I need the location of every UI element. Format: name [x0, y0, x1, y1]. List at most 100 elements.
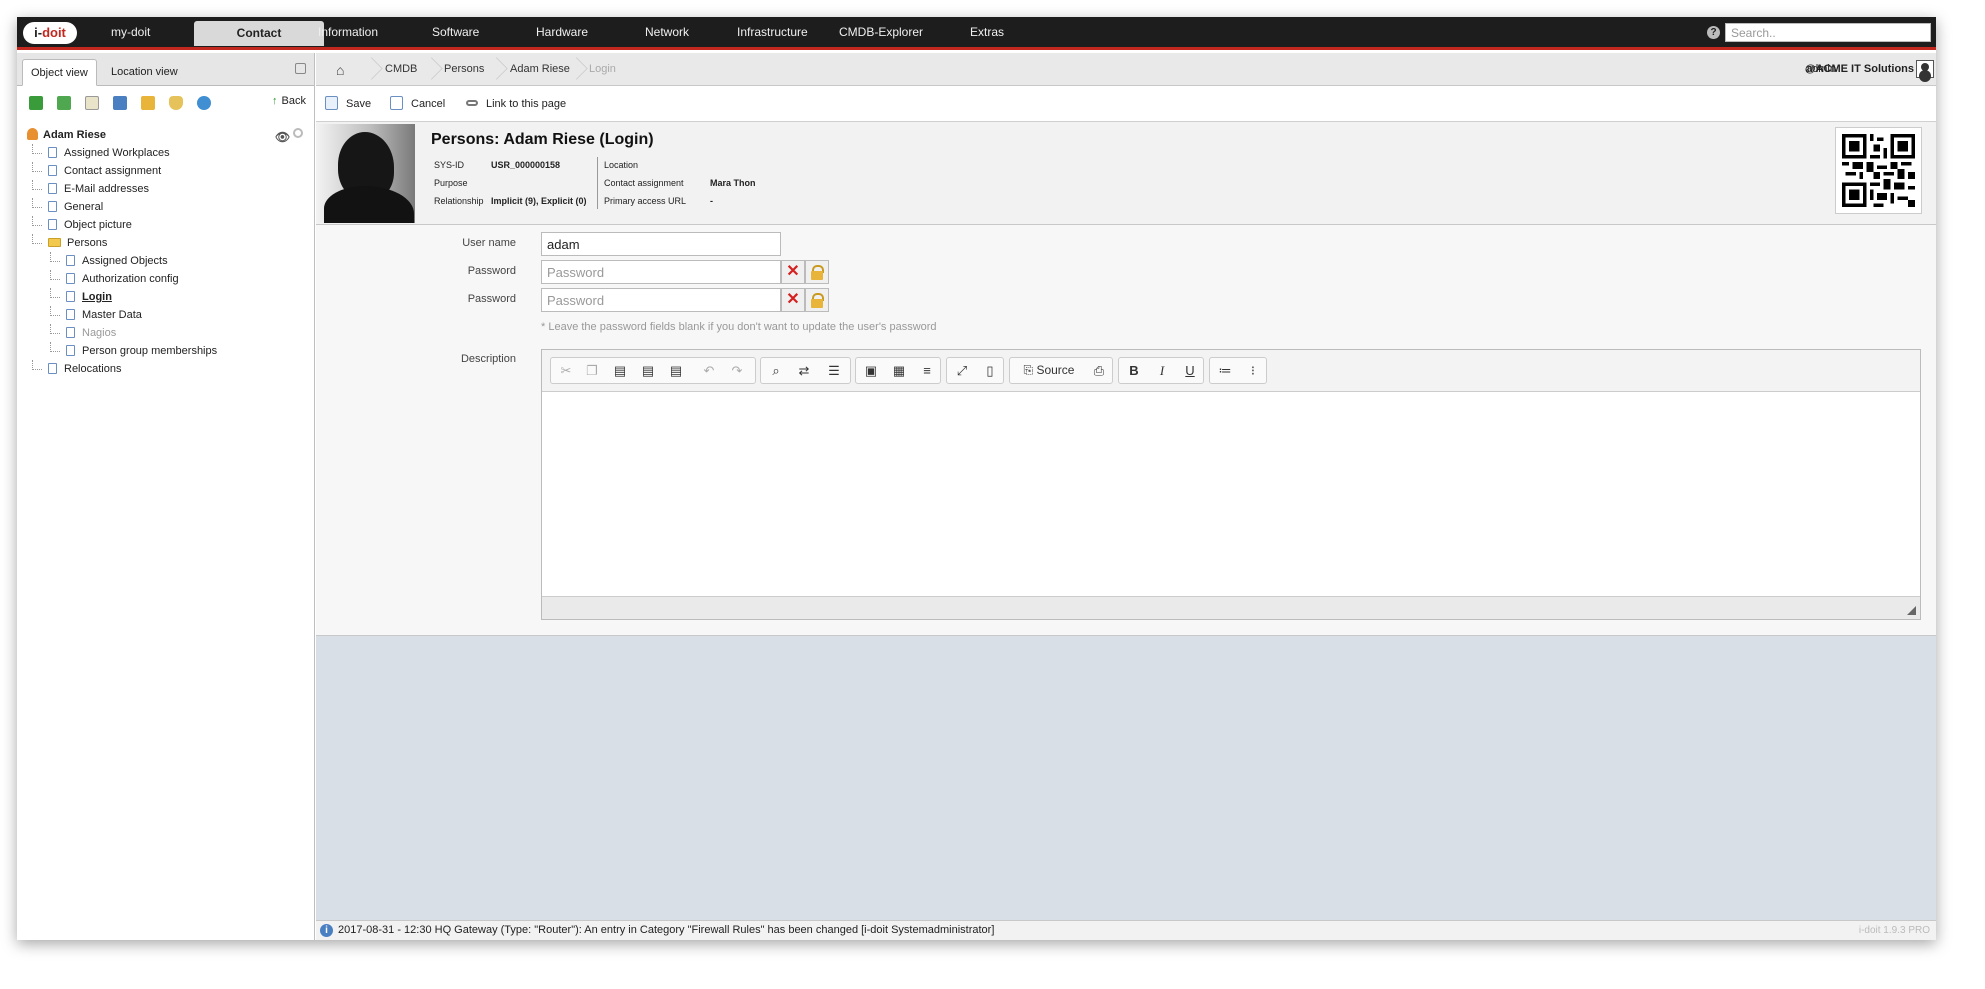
breadcrumb-cmdb[interactable]: CMDB — [385, 53, 417, 85]
document-icon — [66, 309, 75, 320]
show-blocks-icon[interactable]: ▯ — [977, 358, 1003, 383]
editor-toolbar: ✂ ❐ ▤ ▤ ▤ ↶ ↷ ⌕ ⇄ ☰ ▣ ▦ ≡ ⤢ ▯ ⎘ Source ⎙… — [542, 350, 1920, 392]
cancel-button[interactable]: Cancel — [390, 86, 445, 122]
tree-item-label: Contact assignment — [64, 165, 162, 177]
print-icon[interactable]: ⎙ — [1086, 358, 1112, 383]
tab-object-view[interactable]: Object view — [22, 59, 97, 86]
tree-item[interactable]: Contact assignment — [17, 162, 314, 180]
link-to-page-button[interactable]: Link to this page — [466, 86, 566, 122]
password-confirm-input[interactable] — [541, 288, 781, 312]
username-input[interactable] — [541, 232, 781, 256]
find-icon[interactable]: ⌕ — [763, 358, 789, 383]
document-icon — [48, 201, 57, 212]
tree-item[interactable]: Relocations — [17, 360, 314, 378]
document-icon — [66, 327, 75, 338]
status-message[interactable]: 2017-08-31 - 12:30 HQ Gateway (Type: "Ro… — [338, 921, 994, 940]
tree-item[interactable]: Login — [17, 288, 314, 306]
paste-word-icon[interactable]: ▤ — [663, 358, 689, 383]
folder-icon — [48, 238, 61, 247]
location-label: Location — [604, 160, 639, 170]
editor-body[interactable] — [542, 392, 1920, 596]
nav-extras[interactable]: Extras — [970, 17, 1004, 47]
contact-assignment-value[interactable]: Mara Thon — [710, 178, 756, 188]
book-icon[interactable] — [113, 96, 127, 110]
nav-hardware[interactable]: Hardware — [536, 17, 588, 47]
list-icon[interactable] — [85, 96, 99, 110]
lock-icon[interactable] — [141, 96, 155, 110]
breadcrumb: ⌂ CMDB Persons Adam Riese Login admin @A… — [316, 53, 1936, 86]
save-button[interactable]: Save — [325, 86, 371, 122]
bulleted-list-icon[interactable]: ⁝ — [1240, 358, 1266, 383]
breadcrumb-persons[interactable]: Persons — [444, 53, 484, 85]
tenant-name[interactable]: @ACME IT Solutions — [1805, 53, 1914, 85]
nav-software[interactable]: Software — [432, 17, 479, 47]
idoit-logo[interactable]: i-doit — [23, 22, 77, 44]
password-input[interactable] — [541, 260, 781, 284]
globe-icon[interactable] — [197, 96, 211, 110]
tree-item[interactable]: Assigned Workplaces — [17, 144, 314, 162]
nav-cmdb-explorer[interactable]: CMDB-Explorer — [839, 17, 923, 47]
lock-icon[interactable] — [805, 288, 829, 312]
relationship-value[interactable]: Implicit (9), Explicit (0) — [491, 196, 587, 206]
tree-item-label: Assigned Workplaces — [64, 147, 170, 159]
source-button[interactable]: ⎘ Source — [1014, 358, 1084, 383]
replace-icon[interactable]: ⇄ — [791, 358, 817, 383]
image-icon[interactable]: ▣ — [858, 358, 884, 383]
resize-grip-icon[interactable] — [1907, 606, 1916, 615]
undo-icon[interactable]: ↶ — [696, 358, 722, 383]
help-icon[interactable]: ? — [1707, 26, 1720, 39]
nav-contact[interactable]: Contact — [194, 21, 324, 46]
nav-information[interactable]: Information — [318, 17, 378, 47]
action-bar: Save Cancel Link to this page — [316, 86, 1936, 122]
magnifier-icon[interactable] — [293, 128, 303, 138]
home-icon[interactable]: ⌂ — [336, 62, 344, 78]
tree-item[interactable]: Authorization config — [17, 270, 314, 288]
tree-icon[interactable] — [29, 96, 43, 110]
tree-item[interactable]: Master Data — [17, 306, 314, 324]
tree-connector — [50, 252, 60, 262]
nav-network[interactable]: Network — [645, 17, 689, 47]
nav-my-doit[interactable]: my-doit — [111, 17, 150, 47]
document-icon — [48, 183, 57, 194]
copy-icon[interactable]: ❐ — [579, 358, 605, 383]
tree-connector — [50, 342, 60, 352]
popout-icon[interactable] — [295, 63, 306, 74]
clear-password-confirm-icon[interactable]: ✕ — [781, 288, 805, 312]
shield-icon[interactable] — [169, 96, 183, 110]
horizontal-line-icon[interactable]: ≡ — [914, 358, 940, 383]
expand-icon[interactable] — [57, 96, 71, 110]
qr-code[interactable] — [1835, 127, 1922, 214]
tree-item[interactable]: Persons — [17, 234, 314, 252]
nav-infrastructure[interactable]: Infrastructure — [737, 17, 808, 47]
search-input[interactable] — [1725, 23, 1931, 42]
save-label: Save — [346, 98, 372, 110]
tree-item[interactable]: E-Mail addresses — [17, 180, 314, 198]
lock-icon[interactable] — [805, 260, 829, 284]
tree-item[interactable]: Assigned Objects — [17, 252, 314, 270]
bold-icon[interactable]: B — [1121, 358, 1147, 383]
tree-connector — [32, 180, 42, 190]
maximize-icon[interactable]: ⤢ — [949, 358, 975, 383]
redo-icon[interactable]: ↷ — [724, 358, 750, 383]
table-icon[interactable]: ▦ — [886, 358, 912, 383]
select-all-icon[interactable]: ☰ — [821, 358, 847, 383]
paste-icon[interactable]: ▤ — [607, 358, 633, 383]
underline-icon[interactable]: U — [1177, 358, 1203, 383]
tree-item[interactable]: Object picture — [17, 216, 314, 234]
category-tree: Adam Riese 👁 Assigned Workplaces Contact … — [17, 120, 314, 378]
clear-password-icon[interactable]: ✕ — [781, 260, 805, 284]
arrow-up-icon: ↑ — [272, 95, 278, 107]
paste-text-icon[interactable]: ▤ — [635, 358, 661, 383]
tree-item[interactable]: General — [17, 198, 314, 216]
back-button[interactable]: ↑ Back — [272, 95, 306, 107]
tree-root[interactable]: Adam Riese 👁 — [17, 126, 314, 144]
breadcrumb-adam-riese[interactable]: Adam Riese — [510, 53, 570, 85]
italic-icon[interactable]: I — [1149, 358, 1175, 383]
user-icon[interactable] — [1916, 60, 1934, 78]
tab-location-view[interactable]: Location view — [103, 59, 186, 86]
tree-item[interactable]: Nagios — [17, 324, 314, 342]
cut-icon[interactable]: ✂ — [553, 358, 579, 383]
tree-item[interactable]: Person group memberships — [17, 342, 314, 360]
numbered-list-icon[interactable]: ≔ — [1212, 358, 1238, 383]
person-icon — [27, 128, 38, 140]
